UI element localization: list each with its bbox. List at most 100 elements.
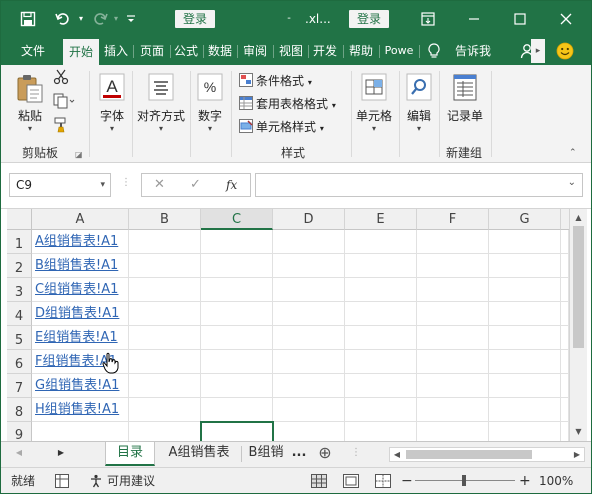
form-button[interactable]: 记录单 [443, 73, 487, 124]
sheet-nav-next-icon[interactable]: ▶ [53, 442, 69, 466]
number-button[interactable]: % 数字 ▾ [193, 73, 227, 134]
grid-cell[interactable] [489, 422, 561, 443]
grid-cell[interactable] [201, 350, 273, 374]
grid-cell[interactable] [561, 374, 569, 398]
alignment-button[interactable]: 对齐方式 ▾ [135, 73, 187, 134]
scroll-right-icon[interactable]: ▶ [570, 448, 584, 461]
sheet-tab-a-sales[interactable]: A组销售表 [157, 442, 241, 466]
save-icon[interactable] [17, 1, 39, 37]
grid-cell[interactable] [345, 278, 417, 302]
grid-cell[interactable] [345, 374, 417, 398]
grid-cell[interactable] [201, 302, 273, 326]
grid-cell[interactable] [489, 278, 561, 302]
paste-button[interactable]: 粘贴 ▾ [11, 73, 49, 134]
hyperlink-cell[interactable]: D组销售表!A1 [35, 302, 119, 326]
macro-record-icon[interactable] [55, 468, 69, 493]
grid-cell[interactable] [345, 302, 417, 326]
cell-styles-button[interactable]: 单元格样式 ▾ [239, 117, 324, 137]
zoom-slider-thumb[interactable] [462, 475, 466, 486]
ribbon-scroll-right-icon[interactable]: ▸ [531, 39, 545, 63]
row-header[interactable]: 3 [7, 278, 32, 302]
grid-cell[interactable] [273, 230, 345, 254]
scroll-left-icon[interactable]: ◀ [390, 448, 404, 461]
accessibility-status[interactable]: 可用建议 [107, 468, 155, 493]
grid-cell[interactable] [129, 254, 201, 278]
tab-review[interactable]: 审阅 [239, 37, 271, 65]
column-header-d[interactable]: D [273, 209, 345, 230]
conditional-format-button[interactable]: 条件格式 ▾ [239, 71, 312, 91]
horizontal-scroll-thumb[interactable] [406, 450, 532, 459]
grid-cell[interactable] [489, 374, 561, 398]
column-header-e[interactable]: E [345, 209, 417, 230]
hyperlink-cell[interactable]: G组销售表!A1 [35, 374, 119, 398]
grid-cell[interactable] [129, 422, 201, 443]
add-sheet-icon[interactable]: ⊕ [313, 442, 337, 466]
login-button[interactable]: 登录 [175, 10, 216, 28]
accessibility-icon[interactable] [89, 468, 103, 493]
grid-cell[interactable] [561, 398, 569, 422]
editing-dropdown-icon[interactable]: ▾ [403, 124, 435, 134]
cut-icon[interactable] [53, 69, 69, 89]
page-layout-view-icon[interactable] [343, 468, 359, 493]
font-button[interactable]: A 字体 ▾ [95, 73, 129, 134]
grid-cell[interactable] [561, 326, 569, 350]
hyperlink-cell[interactable]: C组销售表!A1 [35, 278, 118, 302]
grid-cell[interactable] [129, 278, 201, 302]
format-painter-icon[interactable] [53, 117, 69, 137]
lightbulb-icon[interactable] [423, 37, 445, 65]
grid-cell[interactable] [417, 230, 489, 254]
grid-cell[interactable] [273, 254, 345, 278]
column-header-a[interactable]: A [32, 209, 129, 230]
name-box-dropdown-icon[interactable]: ▾ [100, 174, 105, 196]
grid-cell[interactable] [561, 350, 569, 374]
tab-file[interactable]: 文件 [13, 37, 53, 65]
grid-cell[interactable] [345, 398, 417, 422]
name-box[interactable]: C9 ▾ [9, 173, 111, 197]
grid-cell[interactable] [201, 278, 273, 302]
row-header[interactable]: 4 [7, 302, 32, 326]
minimize-icon[interactable] [459, 1, 489, 37]
page-break-view-icon[interactable] [375, 468, 391, 493]
grid-cell[interactable] [273, 398, 345, 422]
undo-icon[interactable] [51, 1, 75, 37]
grid-cell[interactable] [32, 422, 129, 443]
grid-cell[interactable] [417, 278, 489, 302]
column-header-b[interactable]: B [129, 209, 201, 230]
grid-cell[interactable] [129, 374, 201, 398]
collapse-ribbon-icon[interactable]: ⌃ [569, 143, 577, 163]
row-header[interactable]: 2 [7, 254, 32, 278]
customize-toolbar-icon[interactable] [123, 1, 139, 37]
close-icon[interactable] [551, 1, 581, 37]
grid-cell[interactable] [417, 374, 489, 398]
grid-cell[interactable] [273, 350, 345, 374]
sheet-tab-contents[interactable]: 目录 [105, 442, 155, 466]
grid-cell[interactable] [201, 326, 273, 350]
grid-cell[interactable] [489, 398, 561, 422]
font-dropdown-icon[interactable]: ▾ [95, 124, 129, 134]
grid-cell[interactable] [561, 230, 569, 254]
grid-cell[interactable] [345, 230, 417, 254]
column-header-f[interactable]: F [417, 209, 489, 230]
zoom-out-button[interactable]: − [401, 468, 413, 493]
grid-cell[interactable] [417, 422, 489, 443]
grid-cell[interactable] [345, 326, 417, 350]
alignment-dropdown-icon[interactable]: ▾ [135, 124, 187, 134]
grid-cell[interactable] [345, 350, 417, 374]
tab-insert[interactable]: 插入 [101, 37, 131, 65]
grid-cell[interactable] [417, 326, 489, 350]
grid-cell[interactable] [273, 278, 345, 302]
grid-cell[interactable] [417, 350, 489, 374]
zoom-level[interactable]: 100% [539, 468, 573, 493]
vertical-scroll-thumb[interactable] [573, 226, 584, 348]
grid-cell[interactable] [417, 254, 489, 278]
grid-cell[interactable] [273, 374, 345, 398]
grid-cell[interactable] [129, 230, 201, 254]
grid-cell[interactable] [417, 398, 489, 422]
zoom-in-button[interactable]: + [519, 468, 531, 493]
grid-cell[interactable] [201, 254, 273, 278]
grid-cell[interactable] [417, 302, 489, 326]
formula-bar-grip-icon[interactable]: ⋮ [121, 177, 131, 188]
row-header[interactable]: 8 [7, 398, 32, 422]
grid-cell[interactable] [345, 422, 417, 443]
grid-cell[interactable] [561, 302, 569, 326]
